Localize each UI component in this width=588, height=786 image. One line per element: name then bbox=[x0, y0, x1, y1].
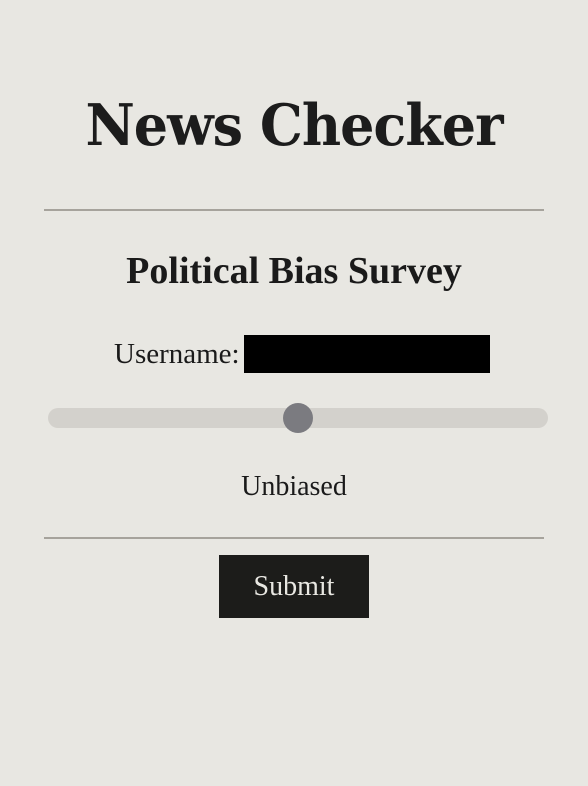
bias-value-label: Unbiased bbox=[241, 471, 347, 502]
username-input[interactable] bbox=[243, 335, 490, 373]
page-title: Political Bias Survey bbox=[126, 250, 462, 292]
bias-slider[interactable] bbox=[48, 403, 548, 433]
top-divider bbox=[44, 209, 544, 211]
submit-button[interactable]: Submit bbox=[219, 555, 369, 618]
slider-thumb[interactable] bbox=[283, 403, 313, 433]
username-label: Username: bbox=[114, 338, 240, 370]
bottom-divider bbox=[44, 537, 544, 539]
site-logo: News Checker bbox=[85, 91, 503, 159]
username-row: Username: bbox=[114, 335, 490, 373]
